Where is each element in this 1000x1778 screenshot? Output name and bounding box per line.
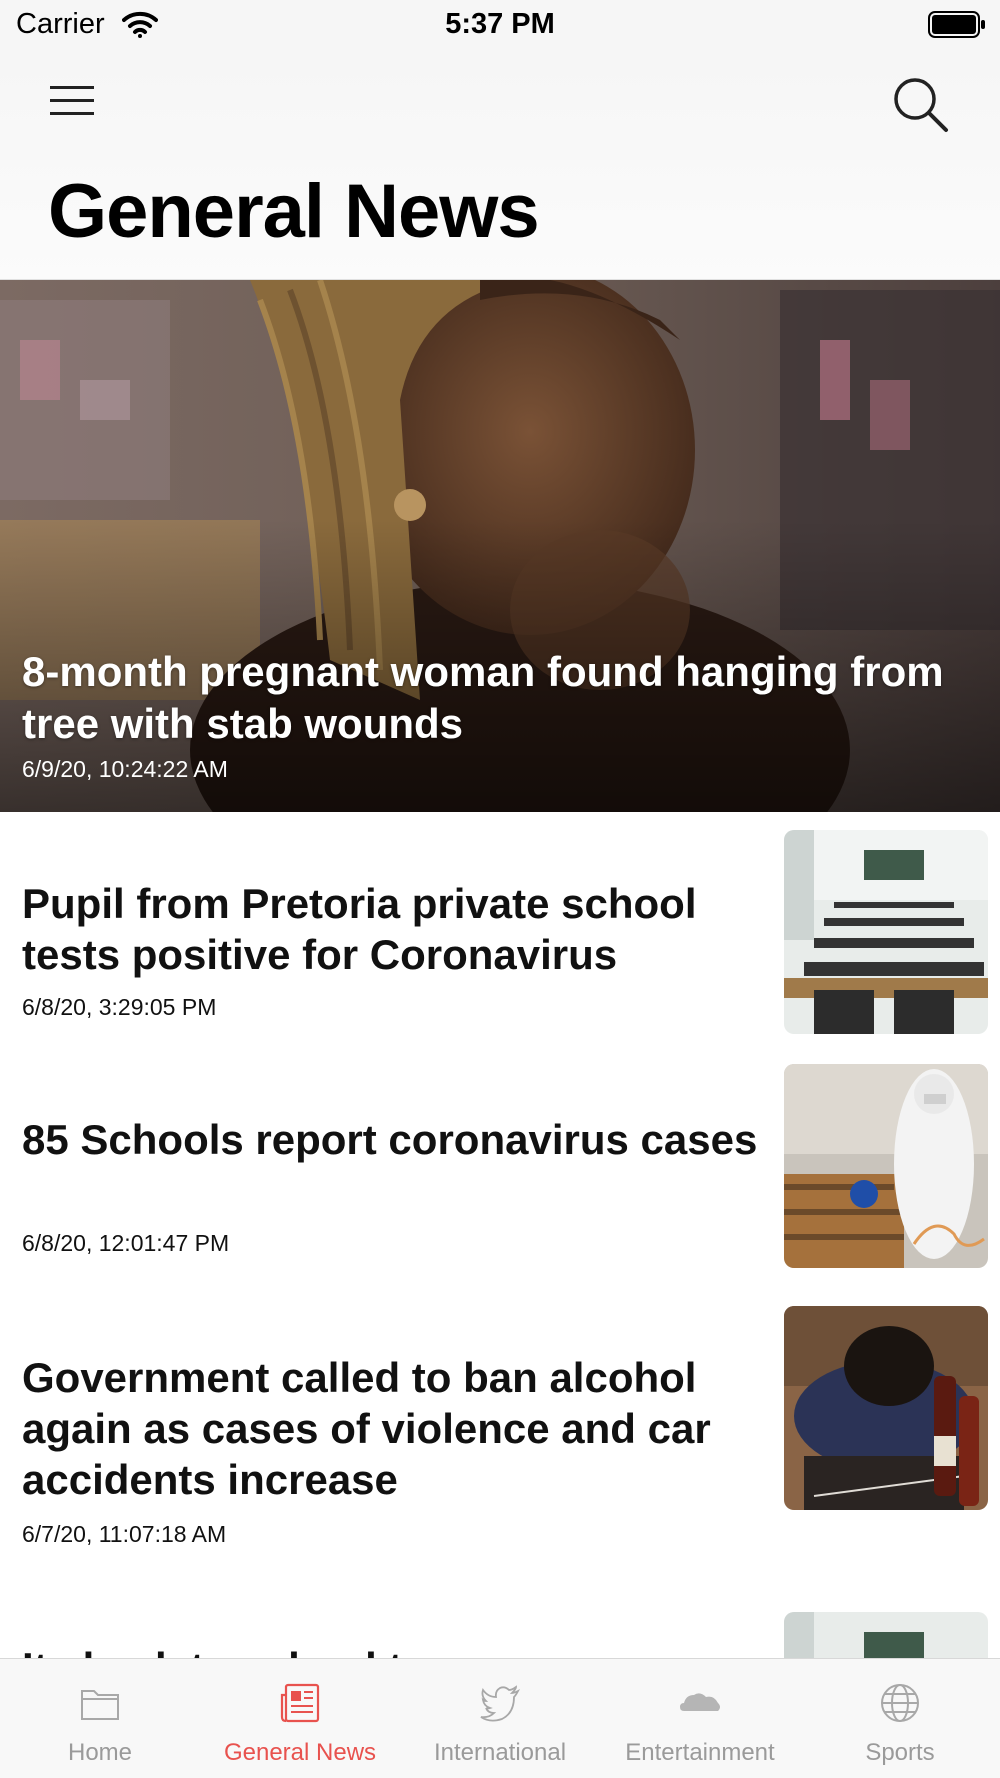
- hamburger-menu-icon: [50, 86, 94, 115]
- article-title: 85 Schools report coronavirus cases: [22, 1116, 758, 1163]
- cloud-icon: [680, 1693, 720, 1711]
- article-row[interactable]: 85 Schools report coronavirus cases 6/8/…: [0, 1046, 1000, 1284]
- featured-article[interactable]: 8-month pregnant woman found hanging fro…: [0, 280, 1000, 812]
- article-date: 6/8/20, 12:01:47 PM: [22, 1230, 230, 1256]
- tab-label: Home: [67, 1739, 133, 1766]
- twitter-bird-icon: [480, 1685, 521, 1722]
- tab-sports[interactable]: Sports: [800, 1659, 1000, 1778]
- status-bar: Carrier 5:37 PM: [0, 0, 1000, 52]
- tab-label: Sports: [865, 1739, 935, 1766]
- disinfection-image: [784, 1064, 988, 1268]
- article-date: 6/7/20, 11:07:18 AM: [22, 1521, 227, 1547]
- article-thumbnail: [784, 1306, 988, 1510]
- search-icon: [894, 78, 948, 132]
- article-thumbnail: [784, 1064, 988, 1268]
- classroom-image: [784, 830, 988, 1034]
- tab-bar: Home General News International Entertai…: [0, 1658, 1000, 1778]
- tab-entertainment[interactable]: Entertainment: [600, 1659, 800, 1778]
- folder-icon: [81, 1690, 119, 1720]
- article-title: Government called to ban alcohol again a…: [22, 1354, 711, 1503]
- menu-button[interactable]: [50, 82, 106, 126]
- tab-general-news[interactable]: General News: [200, 1659, 400, 1778]
- article-row[interactable]: Government called to ban alcohol again a…: [0, 1284, 1000, 1574]
- featured-article-date: 6/9/20, 10:24:22 AM: [22, 756, 228, 782]
- article-row[interactable]: Pupil from Pretoria private school tests…: [0, 812, 1000, 1046]
- globe-icon: [881, 1684, 919, 1722]
- tab-label: Entertainment: [625, 1739, 775, 1766]
- navigation-bar: General News: [0, 52, 1000, 280]
- tab-label: General News: [223, 1739, 377, 1766]
- newspaper-icon: [280, 1683, 320, 1723]
- alcohol-image: [784, 1306, 988, 1510]
- tab-international[interactable]: International: [400, 1659, 600, 1778]
- battery-icon: [928, 11, 985, 38]
- tab-label: International: [433, 1739, 567, 1766]
- featured-article-title: 8-month pregnant woman found hanging fro…: [22, 648, 944, 747]
- tab-home[interactable]: Home: [0, 1659, 200, 1778]
- search-button[interactable]: [888, 72, 954, 138]
- article-date: 6/8/20, 3:29:05 PM: [22, 994, 217, 1020]
- status-time: 5:37 PM: [445, 8, 555, 40]
- page-title: General News: [48, 169, 540, 254]
- article-title: Pupil from Pretoria private school tests…: [22, 880, 697, 978]
- article-thumbnail: [784, 830, 988, 1034]
